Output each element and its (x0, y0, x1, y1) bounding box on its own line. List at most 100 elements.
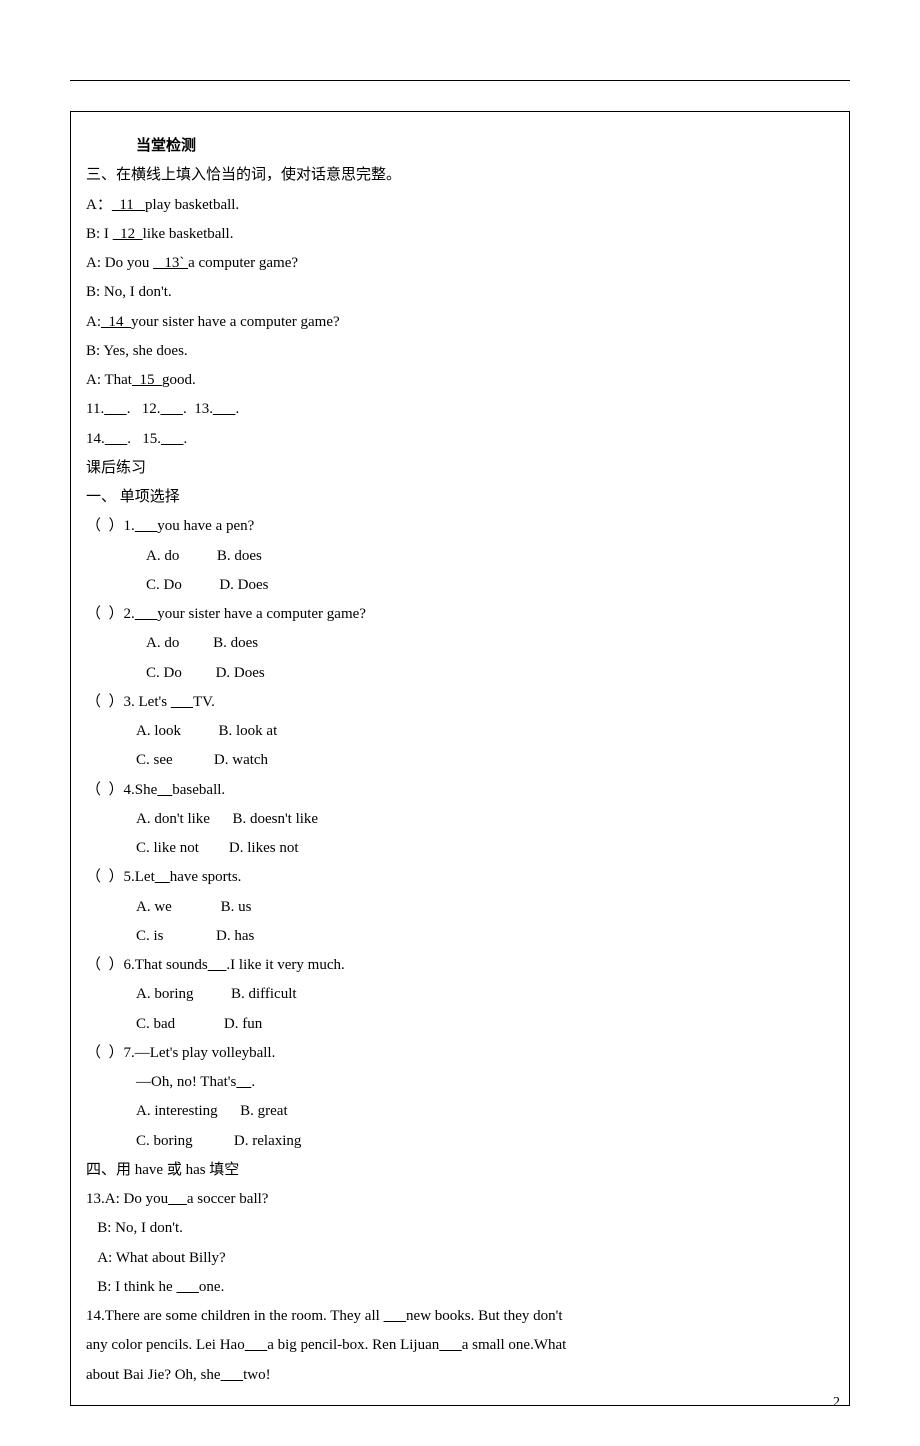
text: B: I (86, 226, 113, 242)
text: . (235, 401, 239, 417)
q14-blank-1[interactable] (384, 1308, 407, 1324)
dialogue-line-a4: A: That 15 good. (86, 366, 834, 395)
text: about Bai Jie? Oh, she (86, 1367, 221, 1383)
q13-blank-1[interactable] (168, 1191, 187, 1207)
q2-blank[interactable] (135, 606, 158, 622)
mc-q7-options-ab: A. interesting B. great (136, 1097, 834, 1126)
text: 14. (86, 431, 105, 447)
text: a soccer ball? (187, 1191, 269, 1207)
text: TV. (193, 694, 215, 710)
answer-blank-12[interactable] (160, 401, 183, 417)
text: . (251, 1074, 255, 1090)
page-number: 2 (833, 1395, 840, 1411)
mc-q7-line1: （ ）7.—Let's play volleyball. (86, 1039, 834, 1068)
text: one. (199, 1279, 224, 1295)
mc-q5-options-cd: C. is D. has (136, 922, 834, 951)
text: （ ）5.Let (86, 869, 155, 885)
q13-c: A: What about Billy? (86, 1244, 834, 1273)
section-3-title: 三、在横线上填入恰当的词，使对话意思完整。 (86, 161, 834, 190)
answer-blank-15[interactable] (161, 431, 184, 447)
mc-q4: （ ）4.She baseball. (86, 776, 834, 805)
answer-blank-11[interactable] (104, 401, 127, 417)
text: a big pencil-box. Ren Lijuan (267, 1337, 439, 1353)
mc-q7-line2: —Oh, no! That's . (136, 1068, 834, 1097)
text: （ ）3. Let's (86, 694, 171, 710)
text: a computer game? (188, 255, 298, 271)
text: A: Do you (86, 255, 153, 271)
text: A: That (86, 372, 132, 388)
dialogue-line-b1: B: I 12 like basketball. (86, 220, 834, 249)
mc-q2: （ ）2. your sister have a computer game? (86, 600, 834, 629)
text: . 13. (183, 401, 213, 417)
text: （ ）6.That sounds (86, 957, 208, 973)
mc-q5: （ ）5.Let have sports. (86, 863, 834, 892)
mc-q1-options-cd: C. Do D. Does (146, 571, 834, 600)
dialogue-line-b3: B: Yes, she does. (86, 337, 834, 366)
q1-blank[interactable] (135, 518, 158, 534)
mc-q5-options-ab: A. we B. us (136, 893, 834, 922)
q4-blank[interactable] (157, 782, 172, 798)
q13-a: 13.A: Do you a soccer ball? (86, 1185, 834, 1214)
dialogue-line-b2: B: No, I don't. (86, 278, 834, 307)
page: 当堂检测 三、在横线上填入恰当的词，使对话意思完整。 A： 11 play ba… (0, 0, 920, 1446)
q13-blank-2[interactable] (176, 1279, 199, 1295)
text: you have a pen? (157, 518, 254, 534)
header-separator (70, 80, 850, 81)
q7-blank[interactable] (236, 1074, 251, 1090)
dialogue-line-a3: A: 14 your sister have a computer game? (86, 308, 834, 337)
q13-d: B: I think he one. (86, 1273, 834, 1302)
content-box: 当堂检测 三、在横线上填入恰当的词，使对话意思完整。 A： 11 play ba… (70, 111, 850, 1406)
text: —Oh, no! That's (136, 1074, 236, 1090)
q14-line2: any color pencils. Lei Hao a big pencil-… (86, 1331, 834, 1360)
q5-blank[interactable] (155, 869, 170, 885)
q14-line1: 14.There are some children in the room. … (86, 1302, 834, 1331)
mc-q6-options-cd: C. bad D. fun (136, 1010, 834, 1039)
mc-q1: （ ）1. you have a pen? (86, 512, 834, 541)
mc-q2-options-ab: A. do B. does (146, 629, 834, 658)
text: （ ）4.She (86, 782, 157, 798)
mc-q2-options-cd: C. Do D. Does (146, 659, 834, 688)
text: . 12. (127, 401, 161, 417)
heading-in-class-test: 当堂检测 (136, 132, 834, 161)
q13-b: B: No, I don't. (86, 1214, 834, 1243)
mc-q1-options-ab: A. do B. does (146, 542, 834, 571)
mc-q3-options-cd: C. see D. watch (136, 746, 834, 775)
text: .I like it very much. (226, 957, 344, 973)
after-class-heading: 课后练习 (86, 454, 834, 483)
answers-row-2: 14. . 15. . (86, 425, 834, 454)
text: play basketball. (145, 197, 239, 213)
blank-11[interactable]: 11 (112, 197, 145, 213)
text: good. (162, 372, 196, 388)
blank-13[interactable]: 13` (153, 255, 188, 271)
q14-blank-4[interactable] (221, 1367, 244, 1383)
text: B: I think he (86, 1279, 176, 1295)
text: 11. (86, 401, 104, 417)
text: like basketball. (143, 226, 234, 242)
answer-blank-13[interactable] (213, 401, 236, 417)
text: your sister have a computer game? (131, 314, 340, 330)
mc-q4-options-cd: C. like not D. likes not (136, 834, 834, 863)
text: 13.A: Do you (86, 1191, 168, 1207)
q14-blank-3[interactable] (439, 1337, 462, 1353)
q14-blank-2[interactable] (245, 1337, 268, 1353)
q6-blank[interactable] (208, 957, 227, 973)
section-4-title: 四、用 have 或 has 填空 (86, 1156, 834, 1185)
blank-12[interactable]: 12 (113, 226, 143, 242)
blank-15[interactable]: 15 (132, 372, 162, 388)
q3-blank[interactable] (171, 694, 193, 710)
mc-q7-options-cd: C. boring D. relaxing (136, 1127, 834, 1156)
text: 14.There are some children in the room. … (86, 1308, 384, 1324)
text: . (184, 431, 188, 447)
text: . 15. (127, 431, 161, 447)
text: （ ）2. (86, 606, 135, 622)
text: a small one.What (462, 1337, 567, 1353)
text: have sports. (170, 869, 242, 885)
blank-14[interactable]: 14 (101, 314, 131, 330)
text: new books. But they don't (406, 1308, 562, 1324)
text: two! (243, 1367, 271, 1383)
dialogue-line-a1: A： 11 play basketball. (86, 191, 834, 220)
mc-q6-options-ab: A. boring B. difficult (136, 980, 834, 1009)
answer-blank-14[interactable] (105, 431, 128, 447)
text: your sister have a computer game? (157, 606, 366, 622)
dialogue-line-a2: A: Do you 13` a computer game? (86, 249, 834, 278)
